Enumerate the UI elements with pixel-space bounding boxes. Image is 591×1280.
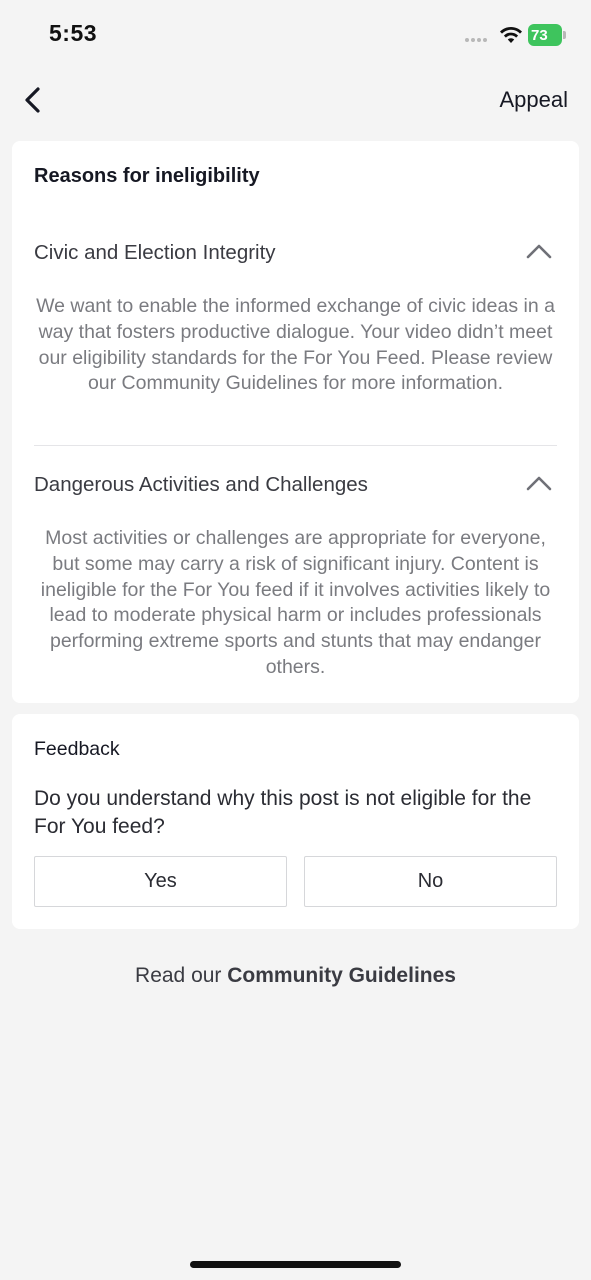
reason-label: Dangerous Activities and Challenges [34,473,368,496]
chevron-up-icon[interactable] [526,475,552,491]
guidelines-line: Read our Community Guidelines [0,964,591,988]
appeal-button[interactable]: Appeal [499,87,568,113]
home-indicator[interactable] [190,1261,401,1268]
guidelines-prefix: Read our [135,964,228,987]
reason-description-dangerous: Most activities or challenges are approp… [40,527,551,678]
divider [34,445,557,446]
reason-label: Civic and Election Integrity [34,241,276,264]
reason-header-dangerous[interactable]: Dangerous Activities and Challenges [34,473,557,503]
chevron-left-icon [25,87,40,113]
no-button[interactable]: No [304,856,557,907]
feedback-title: Feedback [34,738,120,760]
reason-header-civic[interactable]: Civic and Election Integrity [34,241,557,271]
wifi-icon [500,27,522,43]
reasons-card: Reasons for ineligibility Civic and Elec… [12,141,579,703]
page: 5:53 73 Appeal Reasons for ineligibility… [0,0,591,1280]
feedback-question: Do you understand why this post is not e… [34,787,532,838]
battery-charging-icon: 73 [528,24,566,46]
status-bar: 5:53 73 [0,0,591,70]
community-guidelines-link[interactable]: Community Guidelines [227,964,456,987]
reasons-title: Reasons for ineligibility [34,165,260,187]
status-time: 5:53 [49,20,98,46]
feedback-card: Feedback Do you understand why this post… [12,714,579,929]
chevron-up-icon[interactable] [526,243,552,259]
reason-description-civic: We want to enable the informed exchange … [36,295,555,395]
yes-button[interactable]: Yes [34,856,287,907]
battery-level: 73 [528,24,562,46]
back-button[interactable] [20,84,48,116]
signal-dots-icon [465,38,487,42]
